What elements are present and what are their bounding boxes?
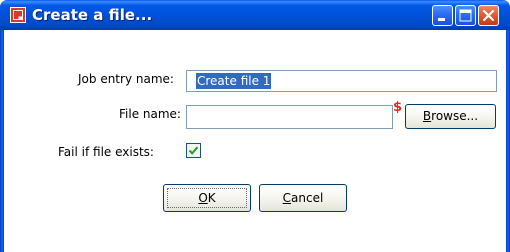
maximize-icon [459, 9, 472, 22]
dialog-window: Create a file... Job entry name: Create … [0, 0, 510, 252]
focus-ring [167, 188, 247, 208]
window-title: Create a file... [32, 6, 153, 24]
browse-button-accel: B [422, 109, 432, 123]
minimize-button[interactable] [432, 5, 453, 26]
browse-button-label: rowse... [431, 109, 479, 123]
file-name-label: File name: [119, 107, 181, 121]
fail-if-exists-checkbox[interactable] [186, 143, 201, 158]
cancel-button-label: ancel [291, 191, 324, 205]
file-name-input[interactable] [186, 105, 393, 129]
fail-if-exists-label: Fail if file exists: [58, 145, 154, 159]
cancel-button[interactable]: Cancel [259, 184, 347, 212]
variable-marker-icon: $ [393, 100, 403, 115]
job-entry-name-value: Create file 1 [196, 73, 272, 89]
window-frame-right [506, 30, 510, 252]
close-button[interactable] [478, 5, 499, 26]
close-icon [482, 9, 495, 22]
job-entry-name-label: Job entry name: [78, 72, 174, 86]
minimize-icon [438, 18, 445, 21]
window-frame-left [0, 30, 4, 252]
title-bar[interactable]: Create a file... [0, 0, 510, 30]
job-entry-name-input[interactable]: Create file 1 [186, 70, 497, 92]
maximize-button[interactable] [455, 5, 476, 26]
browse-button[interactable]: Browse... [405, 104, 496, 129]
ok-button[interactable]: OK [163, 184, 251, 212]
app-icon [10, 7, 26, 23]
cancel-button-accel: C [282, 191, 292, 205]
checkmark-icon [188, 146, 199, 155]
